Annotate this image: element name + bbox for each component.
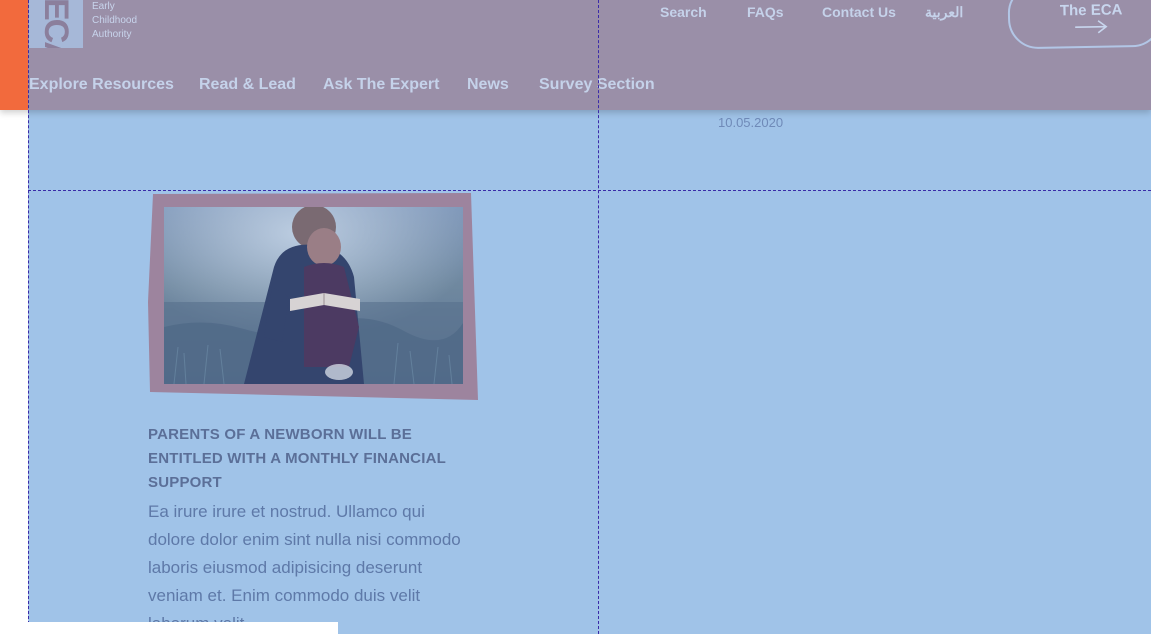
nav-read-and-lead[interactable]: Read & Lead (199, 76, 296, 94)
children-reading-photo (164, 207, 463, 384)
logo-line-1: Early (92, 1, 115, 12)
logo-wordmark[interactable]: Early Childhood Authority (92, 0, 137, 42)
the-eca-button[interactable]: The ECA (1007, 0, 1151, 50)
article-title[interactable]: PARENTS OF A NEWBORN WILL BE ENTITLED WI… (148, 423, 478, 495)
nav-ask-the-expert[interactable]: Ask The Expert (323, 76, 439, 94)
nav-explore-resources[interactable]: Explore Resources (29, 76, 174, 94)
layout-guide-left (28, 0, 29, 634)
devtools-element-label (28, 622, 338, 634)
logo-line-2: Childhood (92, 15, 138, 26)
accent-bar (0, 0, 28, 110)
contact-us-link[interactable]: Contact Us (822, 4, 896, 20)
article-photo[interactable] (164, 207, 463, 384)
arrow-right-icon (1075, 20, 1108, 34)
nav-survey-section[interactable]: Survey Section (539, 76, 655, 94)
viewport: ECA Early Childhood Authority Search FAQ… (0, 0, 1151, 634)
nav-news[interactable]: News (467, 76, 509, 94)
site-header: ECA Early Childhood Authority Search FAQ… (0, 0, 1151, 110)
logo-glyph-icon: ECA (37, 0, 75, 48)
previous-article-date: 10.05.2020 (718, 115, 784, 130)
logo-line-3: Authority (92, 29, 132, 40)
arabic-language-link[interactable]: العربية (925, 4, 963, 21)
search-link[interactable]: Search (660, 4, 707, 20)
faqs-link[interactable]: FAQs (747, 4, 784, 20)
article-excerpt: Ea irure irure et nostrud. Ullamco qui d… (148, 502, 461, 633)
the-eca-button-label: The ECA (1059, 1, 1123, 20)
eca-logo-mark[interactable]: ECA (29, 0, 83, 48)
layout-guide-center (598, 0, 599, 634)
layout-guide-horizontal (28, 190, 1151, 191)
